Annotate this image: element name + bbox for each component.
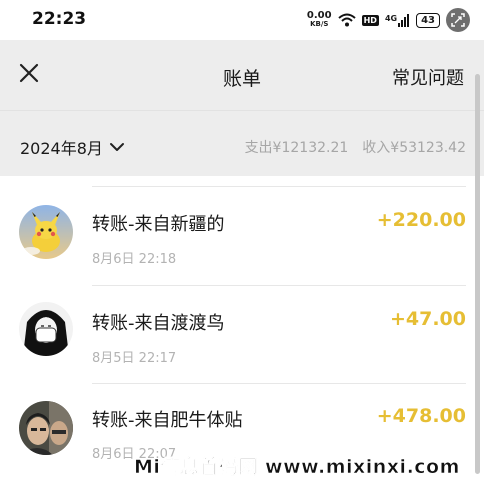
status-time: 22:23 <box>32 9 87 29</box>
status-icons: 0.00 KB/S HD 4G 43 <box>307 8 470 32</box>
screenshot-scan-button[interactable] <box>446 8 470 32</box>
signal-icon <box>398 14 410 27</box>
month-label: 2024年8月 <box>20 139 103 158</box>
signal-type: 4G <box>384 14 398 23</box>
wifi-icon <box>337 13 356 27</box>
transaction-title: 转账-来自肥牛体贴 <box>92 410 243 431</box>
hd-badge: HD <box>361 14 379 26</box>
income-total: 收入¥53123.42 <box>362 140 466 156</box>
network-speed: 0.00 KB/S <box>306 10 332 29</box>
expense-total: 支出¥12132.21 <box>244 140 349 156</box>
avatar-portrait-image <box>19 302 73 356</box>
transaction-time: 8月6日 22:18 <box>92 252 177 267</box>
avatar-photo-image <box>19 401 73 455</box>
status-bar: 22:23 0.00 KB/S HD 4G 43 <box>0 0 484 40</box>
watermark-text: Mi信息首码网 www.mixinxi.com <box>134 456 460 479</box>
list-item[interactable]: 转账-来自渡渡鸟 8月5日 22:17 +47.00 <box>0 286 484 384</box>
network-speed-value: 0.00 <box>306 10 332 21</box>
transaction-title: 转账-来自渡渡鸟 <box>92 313 225 334</box>
chevron-down-icon <box>109 143 124 151</box>
network-speed-unit: KB/S <box>310 20 329 28</box>
month-picker[interactable]: 2024年8月 <box>20 135 125 159</box>
transaction-amount: +47.00 <box>389 308 466 330</box>
page-header: 账单 常见问题 <box>0 40 484 110</box>
transaction-time: 8月5日 22:17 <box>92 351 177 366</box>
avatar-pikachu-image <box>19 205 73 259</box>
battery-indicator: 43 <box>416 12 440 28</box>
avatar <box>19 302 73 356</box>
transaction-amount: +478.00 <box>376 405 466 427</box>
signal-indicator: 4G <box>385 13 410 27</box>
screenshot-scan-icon <box>451 13 465 27</box>
scrollbar[interactable] <box>475 74 480 474</box>
month-summary: 支出¥12132.21 收入¥53123.42 <box>245 137 466 157</box>
filter-bar: 2024年8月 支出¥12132.21 收入¥53123.42 <box>0 110 484 177</box>
transaction-title: 转账-来自新疆的 <box>92 214 225 235</box>
transaction-list: 转账-来自新疆的 8月6日 22:18 +220.00 转账-来自渡渡鸟 8月5… <box>0 176 484 480</box>
list-item[interactable]: 转账-来自新疆的 8月6日 22:18 +220.00 <box>0 187 484 285</box>
faq-link[interactable]: 常见问题 <box>392 64 464 90</box>
avatar <box>19 205 73 259</box>
avatar <box>19 401 73 455</box>
transaction-amount: +220.00 <box>376 209 466 231</box>
